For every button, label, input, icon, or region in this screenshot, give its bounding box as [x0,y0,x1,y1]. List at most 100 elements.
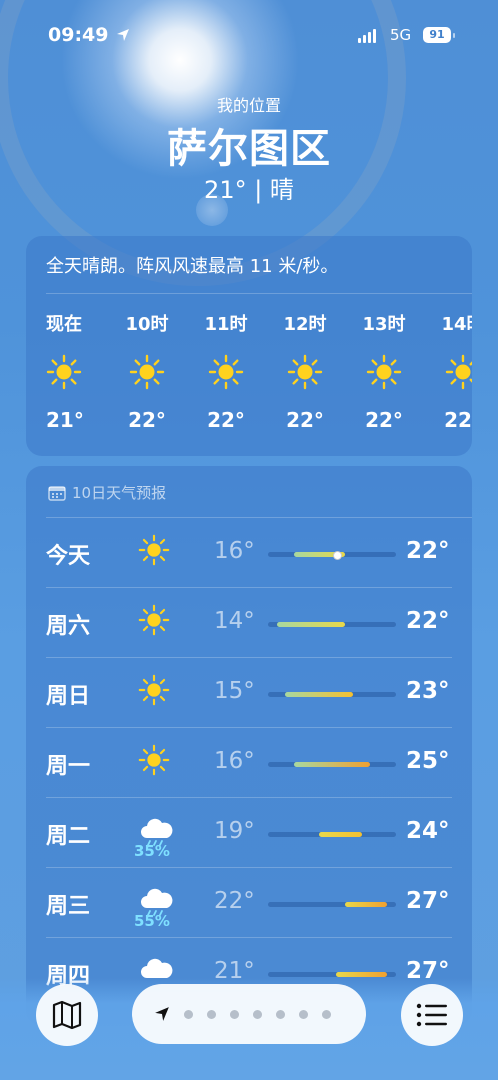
map-button[interactable] [36,984,98,1046]
hour-temp: 22° [365,408,403,432]
day-label: 周一 [46,754,91,779]
hour-label: 13时 [362,314,406,335]
hour-icon [287,354,323,390]
page-dot[interactable] [230,1009,239,1019]
temp-range-track [268,622,396,627]
current-conditions: 21° | 晴 [204,176,294,204]
temp-range-bar [276,622,345,627]
high-temp: 22° [406,608,450,634]
temp-range-track [268,972,396,977]
page-dot[interactable] [299,1009,308,1019]
page-dot[interactable] [207,1009,216,1019]
hour-item: 现在 21° [46,310,125,432]
current-location-icon[interactable] [154,1006,170,1022]
hour-label: 11时 [204,314,248,335]
hour-label: 10时 [125,314,169,335]
hour-item: 12时 22° [283,310,362,432]
temp-range-bar [336,972,388,977]
location-list-button[interactable] [401,984,463,1046]
daily-title-text: 10日天气预报 [72,484,167,502]
calendar-icon [48,485,66,501]
page-dot[interactable] [253,1009,262,1019]
low-temp: 14° [214,608,255,634]
temp-range-track [268,762,396,767]
sun-icon [366,354,402,390]
location-pager[interactable] [132,984,366,1044]
temp-range-track [268,832,396,837]
day-icon [138,674,174,710]
daily-row[interactable]: 周二 35% 19° 24° [26,798,472,868]
hour-label: 12时 [283,314,327,335]
hour-temp: 22° [128,408,166,432]
hour-icon [129,354,165,390]
daily-forecast-card[interactable]: 10日天气预报 今天 16° 22° 周六 14° 22° 周日 15° 23°… [26,466,472,1026]
location-arrow-icon [117,29,129,41]
sun-icon [445,354,472,390]
high-temp: 24° [406,818,450,844]
daily-row[interactable]: 周一 16° 25° [26,728,472,798]
temp-range-bar [285,692,354,697]
list-icon [416,1003,447,1027]
daily-forecast-title: 10日天气预报 [48,482,166,503]
status-bar: 09:49 5G 91 [0,24,498,52]
temp-range-track [268,902,396,907]
sun-icon [138,674,170,706]
day-label: 周三 [46,894,91,919]
day-label: 今天 [46,544,91,569]
sun-icon [287,354,323,390]
current-temp-dot [333,551,343,560]
hour-label: 现在 [46,314,82,335]
hour-temp: 22° [444,408,472,432]
sun-icon [138,534,170,566]
network-type: 5G [390,26,412,44]
page-dot[interactable] [184,1009,193,1019]
hour-icon [366,354,402,390]
sun-icon [129,354,165,390]
hour-temp: 21° [46,408,84,432]
hour-item: 10时 22° [125,310,204,432]
hour-item: 13时 22° [362,310,441,432]
city-name: 萨尔图区 [167,126,331,172]
temp-range-bar [319,832,362,837]
day-label: 周二 [46,824,91,849]
forecast-summary: 全天晴朗。阵风风速最高 11 米/秒。 [46,256,339,277]
temp-range-track [268,692,396,697]
status-time: 09:49 [48,24,109,46]
sun-icon [138,744,170,776]
battery-icon: 91 [423,27,451,43]
high-temp: 25° [406,748,450,774]
signal-icon [358,29,376,43]
daily-row[interactable]: 周日 15° 23° [26,658,472,728]
hour-icon [208,354,244,390]
temp-range-bar [293,762,371,767]
hourly-list[interactable]: 现在 21° 10时 22° 11时 22° 12时 22° 13时 22° 1… [46,310,472,432]
hour-icon [46,354,82,390]
hour-label: 14时 [441,314,472,335]
temp-range-bar [344,902,388,907]
daily-row[interactable]: 周六 14° 22° [26,588,472,658]
page-dot[interactable] [276,1009,285,1019]
hourly-forecast-card[interactable]: 全天晴朗。阵风风速最高 11 米/秒。 现在 21° 10时 22° 11时 2… [26,236,472,456]
low-temp: 22° [214,888,255,914]
divider [46,293,472,294]
sun-icon [208,354,244,390]
high-temp: 23° [406,678,450,704]
sun-icon [46,354,82,390]
hour-temp: 22° [207,408,245,432]
daily-row[interactable]: 周三 55% 22° 27° [26,868,472,938]
daily-row[interactable]: 今天 16° 22° [26,518,472,588]
precip-chance: 55% [134,912,170,930]
hour-item: 14时 22° [441,310,472,432]
day-icon [138,604,174,640]
low-temp: 15° [214,678,255,704]
precip-chance: 35% [134,842,170,860]
high-temp: 22° [406,538,450,564]
hour-temp: 22° [286,408,324,432]
low-temp: 19° [214,818,255,844]
map-icon [52,1000,82,1030]
high-temp: 27° [406,888,450,914]
low-temp: 16° [214,748,255,774]
page-dot[interactable] [322,1009,331,1019]
sun-icon [138,604,170,636]
day-label: 周日 [46,684,91,709]
